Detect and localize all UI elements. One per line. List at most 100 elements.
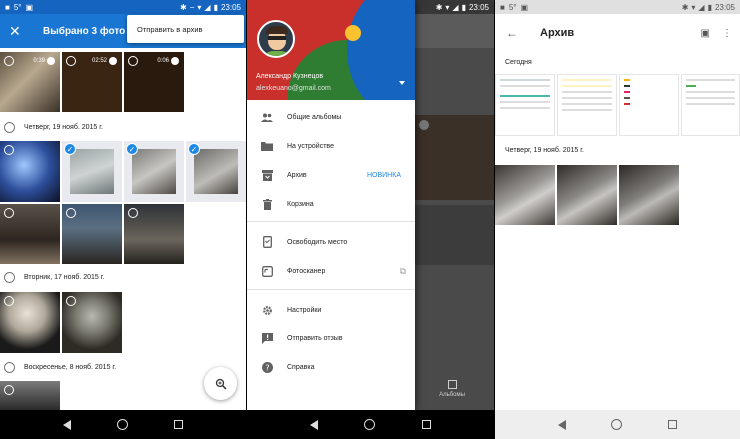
zoom-button[interactable] bbox=[204, 367, 237, 400]
check-icon[interactable]: ✓ bbox=[126, 143, 138, 155]
back-icon[interactable] bbox=[557, 419, 566, 430]
select-date-circle[interactable] bbox=[4, 121, 15, 133]
user-email: alexkeuano@gmail.com bbox=[256, 85, 331, 92]
battery-icon: ▮ bbox=[707, 2, 712, 12]
photo-thumbnail[interactable] bbox=[0, 381, 60, 410]
phone-icon bbox=[247, 236, 287, 248]
video-thumbnail[interactable]: 0:06 bbox=[124, 52, 184, 112]
home-icon[interactable] bbox=[611, 419, 623, 430]
drawer-item-label: Общие альбомы bbox=[287, 113, 342, 121]
select-circle[interactable] bbox=[4, 208, 14, 218]
select-circle[interactable] bbox=[66, 208, 76, 218]
recent-apps-icon[interactable] bbox=[421, 420, 431, 429]
selected-photo[interactable] bbox=[194, 149, 238, 194]
photo-thumbnail[interactable] bbox=[62, 204, 122, 264]
account-dropdown-icon[interactable] bbox=[399, 81, 405, 85]
select-date-circle[interactable] bbox=[4, 271, 15, 283]
drawer-item-help[interactable]: ? Справка bbox=[247, 356, 415, 378]
bluetooth-icon: ✱ bbox=[435, 2, 443, 12]
recent-apps-icon[interactable] bbox=[668, 420, 678, 429]
select-circle[interactable] bbox=[66, 296, 76, 306]
photo-thumbnail[interactable] bbox=[124, 204, 184, 264]
drawer-item-feedback[interactable]: Отправить отзыв bbox=[247, 327, 415, 349]
select-circle[interactable] bbox=[4, 56, 14, 66]
archived-photo[interactable] bbox=[619, 165, 679, 225]
section-header: Сегодня bbox=[505, 59, 532, 66]
select-circle[interactable] bbox=[128, 208, 138, 218]
trash-icon bbox=[247, 198, 287, 210]
arrow-back-icon[interactable]: ← bbox=[506, 26, 518, 40]
scrim[interactable] bbox=[415, 0, 494, 410]
selected-photo[interactable] bbox=[132, 149, 176, 194]
close-icon[interactable]: ✕ bbox=[9, 23, 29, 40]
archive-screen: ■ 5° ▣ ✱ ▾ ◢ ▮ 23:05 ← Архив ▣ ⋮ Сегодня… bbox=[495, 0, 740, 439]
app-bar: ← Архив ▣ ⋮ bbox=[495, 14, 740, 52]
gear-icon bbox=[247, 305, 287, 316]
drawer-item-trash[interactable]: Корзина bbox=[247, 193, 415, 215]
status-bar: ■ 5° ▣ ✱ − ▾ ◢ ▮ 23:05 bbox=[0, 0, 246, 14]
archived-photo[interactable] bbox=[495, 165, 555, 225]
photo-thumbnail[interactable] bbox=[0, 292, 60, 353]
back-icon[interactable] bbox=[310, 419, 319, 430]
check-icon[interactable]: ✓ bbox=[64, 143, 76, 155]
select-circle[interactable] bbox=[4, 145, 14, 155]
date-header: Четверг, 19 нояб. 2015 г. bbox=[0, 118, 246, 136]
screenshot-thumbnail[interactable] bbox=[557, 74, 617, 136]
feedback-icon bbox=[247, 332, 287, 344]
nav-bar bbox=[495, 410, 740, 439]
more-vert-icon[interactable]: ⋮ bbox=[722, 28, 732, 39]
scanner-icon bbox=[247, 265, 287, 277]
albums-icon bbox=[447, 380, 457, 389]
albums-tab[interactable]: Альбомы bbox=[427, 380, 477, 398]
drawer-item-free-space[interactable]: Освободить место bbox=[247, 231, 415, 253]
avatar[interactable] bbox=[257, 20, 295, 58]
page-title: Архив bbox=[540, 27, 575, 39]
navigation-drawer: Александр Кузнецов alexkeuano@gmail.com … bbox=[247, 0, 415, 410]
selected-photo[interactable] bbox=[70, 149, 114, 194]
screenshot-thumbnail[interactable] bbox=[681, 74, 740, 136]
photo-thumbnail[interactable] bbox=[0, 204, 60, 264]
select-date-circle[interactable] bbox=[4, 361, 15, 373]
add-photo-icon[interactable]: ▣ bbox=[701, 28, 710, 39]
drawer-divider bbox=[247, 289, 415, 290]
archived-photo[interactable] bbox=[557, 165, 617, 225]
drawer-item-photoscan[interactable]: Фотосканер ⧉ bbox=[247, 260, 415, 282]
drawer-item-label: На устройстве bbox=[287, 142, 334, 150]
selection-screen: ■ 5° ▣ ✱ − ▾ ◢ ▮ 23:05 ✕ Выбрано 3 фото … bbox=[0, 0, 246, 439]
folder-icon bbox=[247, 141, 287, 151]
play-icon bbox=[109, 57, 117, 65]
wifi-icon: ▾ bbox=[197, 2, 202, 12]
back-icon[interactable] bbox=[63, 419, 71, 430]
screenshot-thumbnail[interactable] bbox=[619, 74, 679, 136]
check-icon[interactable]: ✓ bbox=[188, 143, 200, 155]
status-bar: ■ 5° ▣ ✱ ▾ ◢ ▮ 23:05 bbox=[495, 0, 740, 14]
drawer-item-settings[interactable]: Настройки bbox=[247, 299, 415, 321]
external-link-icon: ⧉ bbox=[399, 265, 406, 276]
recent-apps-icon[interactable] bbox=[174, 420, 183, 429]
home-icon[interactable] bbox=[117, 419, 128, 430]
select-circle[interactable] bbox=[128, 56, 138, 66]
drawer-item-shared-albums[interactable]: Общие альбомы bbox=[247, 106, 415, 128]
archive-menu-item[interactable]: Отправить в архив bbox=[127, 15, 244, 43]
photo-thumbnail[interactable] bbox=[62, 292, 122, 353]
video-thumbnail[interactable]: 02:52 bbox=[62, 52, 122, 112]
photo-thumbnail[interactable] bbox=[0, 141, 60, 202]
user-name: Александр Кузнецов bbox=[256, 73, 324, 80]
select-circle[interactable] bbox=[4, 296, 14, 306]
status-time: 23:05 bbox=[220, 2, 241, 12]
video-thumbnail[interactable]: 0:39 bbox=[0, 52, 60, 112]
section-header: Четверг, 19 нояб. 2015 г. bbox=[505, 147, 584, 154]
drawer-item-label: Архив bbox=[287, 171, 307, 179]
select-circle[interactable] bbox=[66, 56, 76, 66]
date-label: Воскресенье, 8 нояб. 2015 г. bbox=[24, 363, 117, 371]
select-circle[interactable] bbox=[4, 385, 14, 395]
drawer-item-archive[interactable]: Архив НОВИНКА bbox=[247, 164, 415, 186]
bluetooth-icon: ✱ bbox=[681, 2, 689, 12]
drawer-item-on-device[interactable]: На устройстве bbox=[247, 135, 415, 157]
screenshot-thumbnail[interactable] bbox=[495, 74, 555, 136]
people-icon bbox=[247, 113, 287, 122]
video-duration: 02:52 bbox=[91, 58, 107, 64]
signal-icon: ◢ bbox=[698, 2, 705, 12]
date-label: Четверг, 19 нояб. 2015 г. bbox=[24, 123, 103, 131]
home-icon[interactable] bbox=[364, 419, 376, 430]
